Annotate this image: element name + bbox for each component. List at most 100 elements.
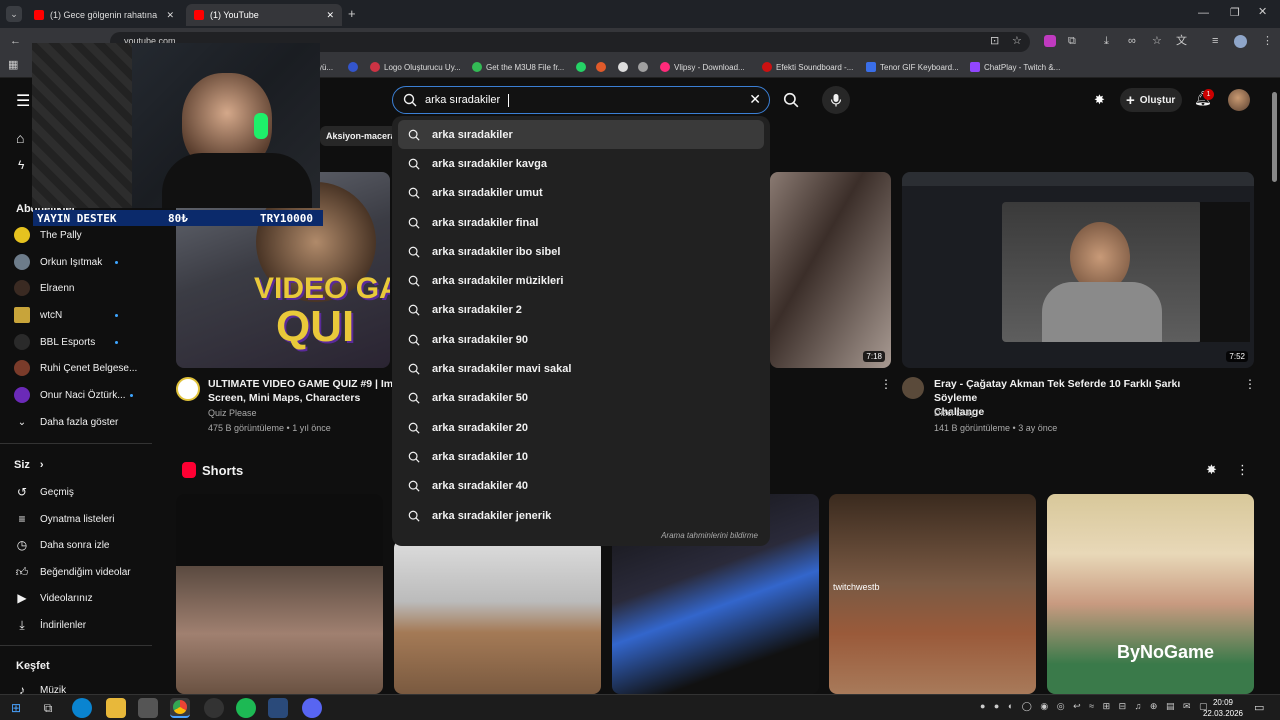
video-title[interactable]: ULTIMATE VIDEO GAME QUIZ #9 | Ima Screen…: [208, 377, 392, 405]
more-options-icon[interactable]: ⋮: [1244, 377, 1256, 391]
page-scrollbar[interactable]: [1272, 92, 1277, 182]
bookmark-item[interactable]: Logo Oluşturucu Uy...: [370, 59, 461, 75]
tab-search-icon[interactable]: ⌄: [6, 6, 22, 22]
search-suggestion[interactable]: arka sıradakiler final: [392, 208, 770, 237]
sidebar-item-subscription[interactable]: Orkun Işıtmak: [14, 250, 102, 274]
search-suggestion[interactable]: arka sıradakiler kavga: [392, 149, 770, 178]
bookmark-item[interactable]: Efekti Soundboard -...: [762, 59, 853, 75]
sidebar-item-your-videos[interactable]: ▶ Videolarınız: [14, 586, 92, 610]
more-options-icon[interactable]: ⋮: [880, 377, 892, 391]
task-view-icon[interactable]: ⧉: [38, 698, 58, 718]
sidebar-item-watch-later[interactable]: ◷ Daha sonra izle: [14, 533, 110, 557]
extension-icon[interactable]: [1044, 35, 1056, 47]
shorts-icon[interactable]: ϟ: [18, 158, 24, 172]
window-close-icon[interactable]: ✕: [1258, 7, 1267, 18]
ai-spark-icon[interactable]: ✸: [1094, 92, 1105, 108]
apps-grid-icon[interactable]: ▦: [8, 60, 18, 71]
search-suggestion[interactable]: arka sıradakiler 10: [392, 442, 770, 471]
new-tab-icon[interactable]: +: [348, 7, 356, 20]
video-title[interactable]: Eray - Çağatay Akman Tek Seferde 10 Fark…: [934, 377, 1224, 419]
channel-avatar[interactable]: [176, 377, 200, 401]
search-suggestion[interactable]: arka sıradakiler 90: [392, 325, 770, 354]
clear-search-icon[interactable]: ✕: [749, 91, 761, 108]
home-icon[interactable]: ⌂: [16, 130, 24, 146]
search-suggestion[interactable]: arka sıradakiler mavi sakal: [392, 354, 770, 383]
close-tab-icon[interactable]: ✕: [166, 10, 174, 21]
search-suggestion[interactable]: arka sıradakiler müzikleri: [392, 266, 770, 295]
search-button[interactable]: [770, 86, 812, 114]
search-suggestion[interactable]: arka sıradakiler 40: [392, 472, 770, 501]
search-suggestion[interactable]: arka sıradakiler ibo sibel: [392, 237, 770, 266]
store-icon[interactable]: [138, 698, 158, 718]
steam-icon[interactable]: [268, 698, 288, 718]
system-tray-icons[interactable]: ● ● ◐ ◯ ◉ ◎ ↩ ≈ ⊞ ⊟ ♫ ⊕ ▤ ✉ ▢: [980, 701, 1211, 712]
chrome-icon[interactable]: [170, 698, 190, 718]
sidebar-item-subscription[interactable]: Onur Naci Öztürk...: [14, 383, 126, 407]
more-options-icon[interactable]: ⋮: [1236, 462, 1249, 478]
windows-start-icon[interactable]: ⊞: [6, 698, 26, 718]
bookmark-item[interactable]: Tenor GIF Keyboard...: [866, 59, 959, 75]
bookmark-star-icon[interactable]: ☆: [1012, 36, 1022, 47]
channel-avatar[interactable]: [902, 377, 924, 399]
short-thumbnail[interactable]: ByNoGame: [1047, 494, 1254, 694]
short-thumbnail[interactable]: [176, 494, 383, 694]
you-header[interactable]: Siz ›: [14, 453, 44, 477]
search-suggestion[interactable]: arka sıradakiler 2: [392, 296, 770, 325]
search-suggestion[interactable]: arka sıradakiler jenerik: [392, 501, 770, 530]
bookmark-item[interactable]: [596, 59, 606, 75]
bookmark-item[interactable]: [576, 59, 586, 75]
category-chip[interactable]: Aksiyon-macera: [320, 126, 402, 146]
bookmark-item[interactable]: [348, 59, 358, 75]
bookmark-item[interactable]: yü...: [318, 59, 333, 75]
bookmark-item[interactable]: Vlipsy - Download...: [660, 59, 745, 75]
search-suggestion[interactable]: arka sıradakiler umut: [392, 179, 770, 208]
create-button[interactable]: + Oluştur: [1120, 88, 1182, 112]
account-avatar[interactable]: [1228, 89, 1250, 111]
hamburger-menu-icon[interactable]: ☰: [16, 91, 30, 111]
bookmark-item[interactable]: [638, 59, 648, 75]
show-more-button[interactable]: ⌄ Daha fazla göster: [14, 410, 119, 434]
edge-icon[interactable]: [72, 698, 92, 718]
channel-name[interactable]: Quiz Please: [208, 408, 257, 418]
sidebar-item-subscription[interactable]: wtcN: [14, 303, 62, 327]
video-thumbnail[interactable]: 7:18: [770, 172, 891, 368]
close-tab-icon[interactable]: ✕: [326, 10, 334, 21]
bookmark-item[interactable]: Get the M3U8 File fr...: [472, 59, 564, 75]
spotify-icon[interactable]: [236, 698, 256, 718]
restore-icon[interactable]: ❐: [1230, 8, 1240, 19]
browser-tab-1[interactable]: (1) Gece gölgenin rahatına bak ✕: [26, 4, 182, 26]
download-icon[interactable]: ⤓: [1104, 36, 1109, 47]
search-input[interactable]: arka sıradakiler ✕: [392, 86, 770, 114]
sidebar-item-history[interactable]: ↺ Geçmiş: [14, 480, 74, 504]
discord-icon[interactable]: [302, 698, 322, 718]
notification-center-icon[interactable]: ▭: [1254, 701, 1264, 714]
sidebar-item-liked[interactable]: 👍︎ Beğendiğim videolar: [14, 560, 131, 584]
sidebar-item-subscription[interactable]: The Pally: [14, 223, 82, 247]
back-icon[interactable]: ←: [10, 36, 21, 47]
sidebar-item-subscription[interactable]: BBL Esports: [14, 330, 95, 354]
sidebar-item-downloads[interactable]: ⤓ İndirilenler: [14, 613, 86, 637]
link-icon[interactable]: ∞: [1128, 36, 1136, 47]
short-thumbnail[interactable]: [394, 540, 601, 694]
file-explorer-icon[interactable]: [106, 698, 126, 718]
favorites-icon[interactable]: ☆: [1152, 36, 1162, 47]
search-suggestion[interactable]: arka sıradakiler 20: [392, 413, 770, 442]
short-thumbnail[interactable]: twitchwestb: [829, 494, 1036, 694]
translate-icon[interactable]: 文: [1176, 36, 1187, 47]
ai-spark-icon[interactable]: ✸: [1206, 462, 1217, 478]
voice-search-button[interactable]: [822, 86, 850, 114]
obs-icon[interactable]: [204, 698, 224, 718]
menu-kebab-icon[interactable]: ⋮: [1262, 36, 1273, 47]
extensions-puzzle-icon[interactable]: ⧉: [1068, 36, 1076, 47]
sidebar-item-subscription[interactable]: Elraenn: [14, 276, 74, 300]
browser-tab-2[interactable]: (1) YouTube ✕: [186, 4, 342, 26]
channel-name[interactable]: Dizci Eray: [934, 408, 975, 418]
bookmark-item[interactable]: ChatPlay - Twitch &...: [970, 59, 1060, 75]
search-suggestion[interactable]: arka sıradakiler: [398, 120, 764, 150]
minimize-icon[interactable]: —: [1198, 8, 1209, 19]
search-suggestion[interactable]: arka sıradakiler 50: [392, 384, 770, 413]
sidebar-item-playlists[interactable]: ≡ Oynatma listeleri: [14, 507, 114, 531]
reading-list-icon[interactable]: ≡: [1212, 36, 1218, 47]
clock[interactable]: 20:09 22.03.2026: [1200, 697, 1246, 719]
video-thumbnail[interactable]: 7:52: [902, 172, 1254, 368]
